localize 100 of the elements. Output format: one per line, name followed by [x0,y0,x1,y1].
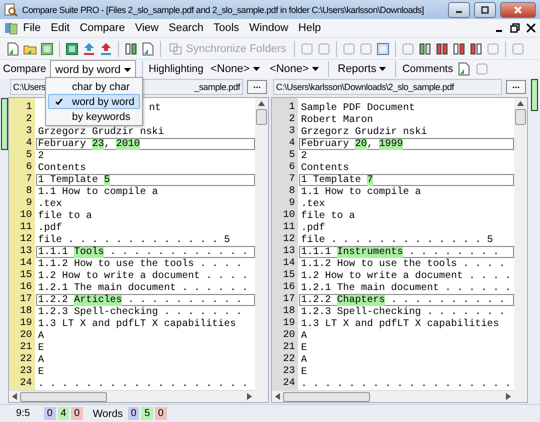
line-number: 16 [18,282,33,294]
line-number: 24 [18,378,33,390]
text-line: A [37,354,46,366]
line-number: 19 [18,318,33,330]
menu-item[interactable]: View [130,22,164,34]
line-number: 9 [288,198,296,210]
text-line: file to a [300,210,356,222]
word-count: 0 [128,407,140,420]
text-line: 1.3 LT X and pdfLT X capabilities [300,318,500,330]
text-line: A [300,354,308,366]
text-line: 2 [37,150,46,162]
text-line: 1.1 How to compile a [300,186,422,198]
line-count: 0 [44,407,56,420]
line-number: 12 [282,234,296,246]
menu-item[interactable]: Search [164,22,208,34]
line-number: 5 [24,150,33,162]
menu-item[interactable]: Compare [74,22,130,34]
line-number: 6 [24,162,33,174]
menu-item[interactable]: Tools [208,22,244,34]
file-path-field[interactable]: C:\Users\karlsson\Downloads\2_slo_sample.pdf [273,78,502,95]
text-line: E [37,342,46,354]
text-line: 1.2 How to write a document . . . . [37,270,250,282]
text-line: .pdf [37,222,64,234]
window-title: Compare Suite PRO - [Files 2_slo_sample.pdf and 2_slo_sample.pdf in folder C:\Users\karlsson\Downloads] [22,4,425,15]
line-number: 14 [282,258,296,270]
line-number: 13 [18,246,33,258]
line-number: 24 [282,378,296,390]
line-number: 2 [288,114,296,126]
text-line: 1.2.3 Spell-checking . . . . . . . [37,306,244,318]
line-count: 0 [71,407,83,420]
line-number: 18 [282,306,296,318]
menu-item[interactable]: Help [293,22,326,34]
words-label: Words [92,408,123,420]
text-line: E [300,366,308,378]
line-number: 22 [18,354,33,366]
text-line: E [300,342,308,354]
menu-item[interactable]: Window [244,22,294,34]
text-line: Contents [300,162,350,174]
line-number: 21 [18,342,33,354]
line-number: 8 [288,186,296,198]
mode-dropdown[interactable]: word by word [50,60,136,78]
line-number: 20 [18,330,33,342]
text-line: 1.3 LT X and pdfLT X capabilities [37,318,238,330]
browse-button[interactable]: ... [247,80,267,94]
line-number: 5 [288,150,296,162]
menu-option[interactable]: by keywords [48,109,140,124]
text-line: file . . . . . . . . . . . . . 5 [37,234,232,246]
line-number: 22 [282,354,296,366]
comments-label: Comments [402,63,454,76]
line-number: 13 [282,246,296,258]
text-line: . . . . . . . . . . . . . . . . . . [300,378,512,390]
line-number: 1 [288,102,296,114]
filter-dropdown[interactable]: <None> [207,63,263,76]
highlighting-label: Highlighting [148,63,204,76]
line-count: 4 [58,407,70,420]
text-line: 1.1.2 How to use the tools . . . . [300,258,506,270]
text-line: .tex [37,198,64,210]
line-number: 12 [18,234,33,246]
text-line: 1.2 How to write a document . . . . [300,270,512,282]
line-number: 7 [24,174,33,186]
text-line: Grzegorz Grudzir nski [300,126,428,138]
menu-item[interactable]: Edit [46,22,75,34]
line-number: 3 [288,126,296,138]
line-number: 19 [282,318,296,330]
compare-label: Compare [3,63,46,76]
line-number: 8 [24,186,33,198]
text-line: 1.2.3 Spell-checking . . . . . . . [300,306,506,318]
text-line: Contents [37,162,88,174]
line-number: 9 [24,198,33,210]
reports-dropdown[interactable]: Reports [334,63,390,76]
line-number: 11 [18,222,33,234]
text-line: 1.1.2 How to use the tools . . . . [37,258,244,270]
text-line: E [37,366,46,378]
word-count: 5 [141,407,153,420]
text-fragment: nt [149,103,162,114]
line-number: 4 [288,138,296,150]
filter-dropdown[interactable]: <None> [266,63,322,76]
line-number: 10 [18,210,33,222]
text-line: 2 [300,150,308,162]
line-number: 3 [24,126,33,138]
text-line: Robert Maron [300,114,374,126]
menu-item[interactable]: File [18,22,46,34]
text-line: 1.2.1 The main document . . . . . . [37,282,250,294]
line-number: 2 [24,114,33,126]
line-number: 6 [288,162,296,174]
line-number: 1 [24,102,33,114]
menu-option[interactable]: word by word [48,94,140,109]
text-line: .tex [300,198,326,210]
browse-button[interactable]: ... [506,80,526,94]
line-number: 23 [282,366,296,378]
line-number: 18 [18,306,33,318]
line-number: 11 [282,222,296,234]
text-line: A [37,330,46,342]
line-number: 20 [282,330,296,342]
word-count: 0 [154,407,167,420]
menu-option[interactable]: char by char [48,79,140,94]
text-line: file . . . . . . . . . . . . . 5 [300,234,494,246]
line-number: 16 [282,282,296,294]
line-number: 7 [288,174,296,186]
line-number: 21 [282,342,296,354]
